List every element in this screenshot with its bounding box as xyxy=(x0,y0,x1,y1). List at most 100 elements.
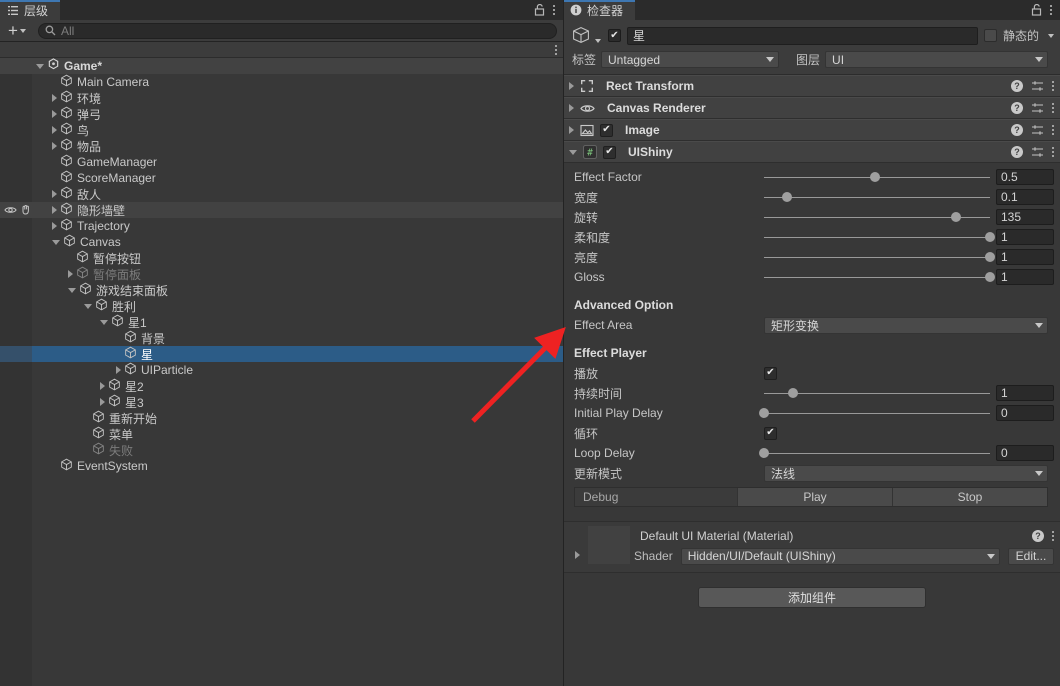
chevron-right-icon[interactable] xyxy=(52,110,57,118)
hierarchy-row[interactable]: Canvas xyxy=(0,234,563,250)
gameobject-enabled-checkbox[interactable] xyxy=(608,29,621,42)
slider-knob[interactable] xyxy=(951,212,962,222)
lock-icon[interactable] xyxy=(1031,3,1042,16)
gameobject-name-field[interactable]: 星 xyxy=(627,26,978,45)
component-header-uishiny[interactable]: # UIShiny? xyxy=(564,141,1060,163)
kebab-icon[interactable] xyxy=(1052,81,1054,91)
duration-slider[interactable] xyxy=(764,383,990,403)
chevron-right-icon[interactable] xyxy=(100,382,105,390)
hierarchy-row[interactable]: 敌人 xyxy=(0,186,563,202)
chevron-right-icon[interactable] xyxy=(116,366,121,374)
hierarchy-row[interactable]: 鸟 xyxy=(0,122,563,138)
component-header-canvas-renderer[interactable]: Canvas Renderer? xyxy=(564,97,1060,119)
component-header-rect-transform[interactable]: Rect Transform? xyxy=(564,75,1060,97)
chevron-down-icon[interactable] xyxy=(84,303,92,309)
initial-play-delay-slider[interactable] xyxy=(759,403,990,423)
play-checkbox[interactable] xyxy=(764,366,777,380)
hierarchy-row[interactable]: 暂停按钮 xyxy=(0,250,563,266)
chevron-right-icon[interactable] xyxy=(569,104,574,112)
slider-knob[interactable] xyxy=(985,272,995,282)
shader-dropdown[interactable]: Hidden/UI/Default (UIShiny) xyxy=(680,547,1000,565)
component-enabled-checkbox[interactable] xyxy=(600,123,613,137)
layer-dropdown[interactable]: UI xyxy=(825,51,1048,68)
static-checkbox[interactable] xyxy=(983,29,997,42)
chevron-right-icon[interactable] xyxy=(569,82,574,90)
tab-inspector[interactable]: 检查器 xyxy=(564,0,636,20)
slider-knob[interactable] xyxy=(869,172,880,182)
slider[interactable] xyxy=(764,187,990,207)
slider-value-field[interactable]: 0.1 xyxy=(996,189,1054,205)
preset-icon[interactable] xyxy=(1031,102,1044,114)
static-dropdown-chevron-icon[interactable] xyxy=(1048,33,1054,38)
hierarchy-row[interactable]: 隐形墙壁 xyxy=(0,202,563,218)
slider[interactable] xyxy=(764,267,995,287)
hierarchy-tree[interactable]: Game* Main Camera 环境 弹弓鸟物品 GameManager ScoreM… xyxy=(0,58,563,686)
loop-checkbox[interactable] xyxy=(764,426,777,440)
hierarchy-row[interactable]: 背景 xyxy=(0,330,563,346)
loop-delay-slider[interactable] xyxy=(759,443,990,463)
hierarchy-row[interactable]: 物品 xyxy=(0,138,563,154)
chevron-right-icon[interactable] xyxy=(52,142,57,150)
hierarchy-row[interactable]: 失败 xyxy=(0,442,563,458)
slider[interactable] xyxy=(764,247,995,267)
hierarchy-row[interactable]: 弹弓 xyxy=(0,106,563,122)
help-icon[interactable]: ? xyxy=(1011,124,1023,136)
chevron-right-icon[interactable] xyxy=(100,398,105,406)
hierarchy-row[interactable]: 重新开始 xyxy=(0,410,563,426)
slider-knob[interactable] xyxy=(781,192,792,202)
eye-icon[interactable] xyxy=(4,204,17,219)
chevron-down-icon[interactable] xyxy=(52,239,60,245)
preset-icon[interactable] xyxy=(1031,146,1044,158)
hierarchy-row[interactable]: 暂停面板 xyxy=(0,266,563,282)
chevron-right-icon[interactable] xyxy=(52,190,57,198)
slider-knob[interactable] xyxy=(759,448,769,458)
hierarchy-row[interactable]: Main Camera xyxy=(0,74,563,90)
hierarchy-row[interactable]: 菜单 xyxy=(0,426,563,442)
hierarchy-row[interactable]: GameManager xyxy=(0,154,563,170)
kebab-icon[interactable] xyxy=(1052,531,1054,541)
slider-knob[interactable] xyxy=(985,252,995,262)
chevron-right-icon[interactable] xyxy=(52,94,57,102)
chevron-down-icon[interactable] xyxy=(569,149,577,155)
kebab-icon[interactable] xyxy=(1052,103,1054,113)
material-foldout[interactable] xyxy=(570,526,584,566)
chevron-right-icon[interactable] xyxy=(52,206,57,214)
slider-value-field[interactable]: 1 xyxy=(996,229,1054,245)
slider[interactable] xyxy=(764,227,995,247)
hierarchy-row[interactable]: 星3 xyxy=(0,394,563,410)
chevron-right-icon[interactable] xyxy=(52,126,57,134)
search-input[interactable]: All xyxy=(37,22,557,39)
edit-shader-button[interactable]: Edit... xyxy=(1008,547,1054,565)
hierarchy-row[interactable]: 星2 xyxy=(0,378,563,394)
hierarchy-row[interactable]: ScoreManager xyxy=(0,170,563,186)
create-object-button[interactable]: + xyxy=(6,22,28,39)
add-component-button[interactable]: 添加组件 xyxy=(698,587,926,608)
loop-delay-value-field[interactable]: 0 xyxy=(996,445,1054,461)
slider-knob[interactable] xyxy=(985,232,995,242)
tag-dropdown[interactable]: Untagged xyxy=(601,51,780,68)
chevron-down-icon[interactable] xyxy=(100,319,108,325)
slider[interactable] xyxy=(764,167,990,187)
hand-icon[interactable] xyxy=(20,204,32,219)
help-icon[interactable]: ? xyxy=(1011,146,1023,158)
hierarchy-row[interactable]: 游戏结束面板 xyxy=(0,282,563,298)
chevron-right-icon[interactable] xyxy=(52,222,57,230)
hierarchy-row[interactable]: UIParticle xyxy=(0,362,563,378)
lock-icon[interactable] xyxy=(534,3,545,16)
hierarchy-row[interactable]: 环境 xyxy=(0,90,563,106)
initial-play-delay-value-field[interactable]: 0 xyxy=(996,405,1054,421)
slider[interactable] xyxy=(764,207,990,227)
slider-value-field[interactable]: 1 xyxy=(996,249,1054,265)
help-icon[interactable]: ? xyxy=(1011,80,1023,92)
slider-knob[interactable] xyxy=(788,388,799,398)
chevron-down-icon[interactable] xyxy=(68,287,76,293)
play-button[interactable]: Play xyxy=(738,488,893,506)
chevron-right-icon[interactable] xyxy=(68,270,73,278)
hierarchy-row-selected[interactable]: 星 xyxy=(0,346,563,362)
slider-knob[interactable] xyxy=(759,408,769,418)
hierarchy-row[interactable]: 胜利 xyxy=(0,298,563,314)
kebab-icon[interactable] xyxy=(1050,5,1052,15)
kebab-icon[interactable] xyxy=(1052,125,1054,135)
duration-value-field[interactable]: 1 xyxy=(996,385,1054,401)
help-icon[interactable]: ? xyxy=(1011,102,1023,114)
